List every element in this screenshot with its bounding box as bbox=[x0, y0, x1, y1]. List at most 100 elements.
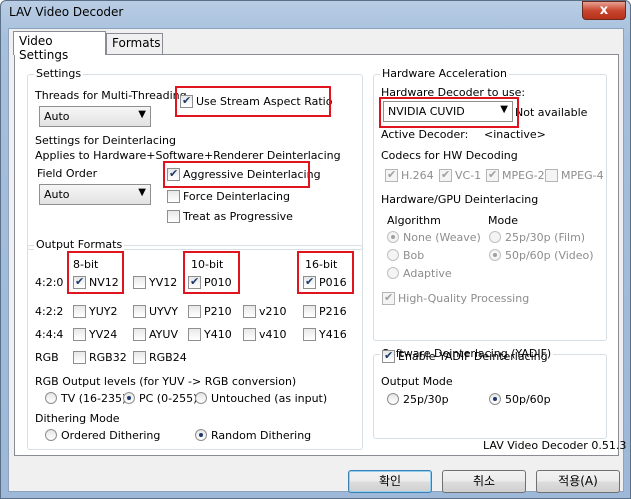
y410-checkbox[interactable] bbox=[188, 328, 201, 341]
algorithm-label: Algorithm bbox=[387, 214, 441, 227]
y416-checkbox[interactable] bbox=[303, 328, 316, 341]
random-dithering-radio[interactable] bbox=[195, 429, 207, 441]
random-dithering-label: Random Dithering bbox=[211, 429, 312, 442]
untouched-label: Untouched (as input) bbox=[211, 392, 328, 405]
uyvy-label: UYVY bbox=[149, 305, 179, 318]
chevron-down-icon: ▼ bbox=[138, 109, 146, 120]
hw-accel-legend: Hardware Acceleration bbox=[380, 67, 509, 80]
yadif-50p-label: 50p/60p bbox=[505, 393, 551, 406]
highlight-8bit bbox=[67, 251, 124, 294]
threads-value: Auto bbox=[44, 110, 70, 123]
v410-checkbox[interactable] bbox=[243, 328, 256, 341]
pc-range-label: PC (0-255) bbox=[139, 392, 198, 405]
active-decoder-label: Active Decoder: bbox=[381, 128, 469, 141]
ordered-dithering-label: Ordered Dithering bbox=[61, 429, 161, 442]
treat-progressive-label: Treat as Progressive bbox=[183, 210, 293, 223]
version-label: LAV Video Decoder 0.51.3 bbox=[483, 439, 627, 452]
yuy2-checkbox[interactable] bbox=[73, 305, 86, 318]
highlight-10bit bbox=[183, 251, 240, 294]
tab-video-settings[interactable]: Video Settings bbox=[13, 31, 106, 62]
ordered-dithering-radio[interactable] bbox=[45, 429, 57, 441]
hq-processing-checkbox[interactable] bbox=[382, 291, 395, 305]
yadif-25p-radio[interactable] bbox=[387, 393, 399, 405]
yv24-label: YV24 bbox=[89, 328, 118, 341]
dialog-client: Video Settings Formats Settings Threads … bbox=[8, 28, 627, 493]
yadif-25p-label: 25p/30p bbox=[403, 393, 449, 406]
chevron-down-icon: ▼ bbox=[138, 187, 146, 198]
dithering-label: Dithering Mode bbox=[35, 412, 120, 425]
highlight-use-aspect bbox=[175, 86, 331, 117]
mode-label: Mode bbox=[488, 214, 518, 227]
yadif-enable-label: Enable YADIF Deinterlacing bbox=[398, 350, 548, 363]
yv12-label: YV12 bbox=[149, 276, 178, 289]
v210-checkbox[interactable] bbox=[243, 305, 256, 318]
ayuv-label: AYUV bbox=[149, 328, 178, 341]
hw-status: Not available bbox=[515, 106, 588, 119]
pc-range-radio[interactable] bbox=[123, 392, 135, 404]
field-order-select[interactable]: Auto ▼ bbox=[39, 184, 151, 205]
h264-label: H.264 bbox=[401, 169, 434, 182]
film-radio[interactable] bbox=[489, 231, 501, 243]
output-formats-legend: Output Formats bbox=[34, 238, 125, 251]
p210-checkbox[interactable] bbox=[188, 305, 201, 318]
h264-checkbox[interactable] bbox=[385, 168, 398, 182]
tv-range-radio[interactable] bbox=[45, 392, 57, 404]
p210-label: P210 bbox=[204, 305, 232, 318]
yv24-checkbox[interactable] bbox=[73, 328, 86, 341]
yv12-checkbox[interactable] bbox=[133, 276, 146, 289]
mpeg4-label: MPEG-4 bbox=[561, 169, 604, 182]
ok-button[interactable]: 확인 bbox=[348, 470, 432, 493]
window-title: LAV Video Decoder bbox=[9, 5, 124, 19]
row-420-label: 4:2:0 bbox=[35, 276, 64, 289]
field-order-value: Auto bbox=[44, 188, 70, 201]
field-order-label: Field Order bbox=[37, 167, 98, 180]
adaptive-label: Adaptive bbox=[403, 267, 452, 280]
ayuv-checkbox[interactable] bbox=[133, 328, 146, 341]
film-label: 25p/30p (Film) bbox=[505, 231, 586, 244]
p216-checkbox[interactable] bbox=[303, 305, 316, 318]
settings-legend: Settings bbox=[34, 67, 84, 80]
vc1-checkbox[interactable] bbox=[439, 168, 452, 182]
highlight-hw-decoder bbox=[379, 97, 519, 128]
p216-label: P216 bbox=[319, 305, 347, 318]
deint-title: Settings for Deinterlacing bbox=[35, 134, 176, 147]
video-radio[interactable] bbox=[489, 249, 501, 261]
rgb24-label: RGB24 bbox=[149, 351, 187, 364]
row-rgb-label: RGB bbox=[35, 351, 59, 364]
mpeg2-checkbox[interactable] bbox=[486, 168, 499, 182]
apply-button[interactable]: 적용(A) bbox=[536, 470, 620, 493]
highlight-16bit bbox=[297, 251, 354, 294]
force-deint-checkbox[interactable] bbox=[167, 190, 180, 203]
row-422-label: 4:2:2 bbox=[35, 305, 64, 318]
bob-radio[interactable] bbox=[387, 249, 399, 261]
tab-formats[interactable]: Formats bbox=[106, 33, 163, 54]
y416-label: Y416 bbox=[319, 328, 347, 341]
cancel-button[interactable]: 취소 bbox=[442, 470, 526, 493]
weave-radio[interactable] bbox=[387, 231, 399, 243]
row-444-label: 4:4:4 bbox=[35, 328, 64, 341]
adaptive-radio[interactable] bbox=[387, 267, 399, 279]
gpu-deint-label: Hardware/GPU Deinterlacing bbox=[381, 193, 539, 206]
threads-select[interactable]: Auto ▼ bbox=[39, 106, 151, 127]
mpeg4-checkbox[interactable] bbox=[545, 169, 558, 182]
vc1-label: VC-1 bbox=[455, 169, 482, 182]
v410-label: v410 bbox=[259, 328, 287, 341]
yadif-enable-checkbox[interactable] bbox=[382, 349, 395, 363]
video-label: 50p/60p (Video) bbox=[505, 249, 594, 262]
tv-range-label: TV (16-235) bbox=[61, 392, 127, 405]
weave-label: None (Weave) bbox=[403, 231, 481, 244]
uyvy-checkbox[interactable] bbox=[133, 305, 146, 318]
bob-label: Bob bbox=[403, 249, 425, 262]
rgb32-checkbox[interactable] bbox=[73, 351, 86, 364]
threads-label: Threads for Multi-Threading bbox=[35, 89, 187, 102]
untouched-radio[interactable] bbox=[195, 392, 207, 404]
close-button[interactable]: x bbox=[582, 1, 626, 20]
output-mode-label: Output Mode bbox=[381, 375, 453, 388]
rgb24-checkbox[interactable] bbox=[133, 351, 146, 364]
yadif-50p-radio[interactable] bbox=[489, 393, 501, 405]
v210-label: v210 bbox=[259, 305, 287, 318]
treat-progressive-checkbox[interactable] bbox=[167, 210, 180, 223]
rgb-levels-label: RGB Output levels (for YUV -> RGB conver… bbox=[35, 375, 297, 388]
highlight-aggressive bbox=[163, 161, 310, 188]
hq-processing-label: High-Quality Processing bbox=[398, 292, 530, 305]
